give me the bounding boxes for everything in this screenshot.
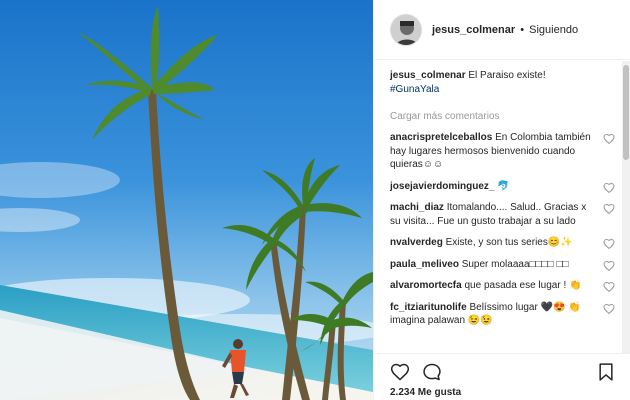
heart-outline-icon[interactable] [390,362,410,382]
avatar[interactable] [390,13,422,46]
post-header: jesus_colmenar • Siguiendo [374,0,630,60]
comment-text: 🐬 [497,180,510,192]
comment-username[interactable]: paula_meliveo [390,259,459,270]
comment-username[interactable]: nvalverdeg [390,237,443,248]
caption-hashtag[interactable]: #GunaYala [390,83,602,97]
post-photo[interactable] [0,0,373,400]
caption-text: El Paraiso existe! [468,70,546,81]
comment-item: alvaromortecfa que pasada ese lugar ! 👏 [390,279,615,293]
comment-item: machi_diaz Itomalando.... Salud.. Gracia… [390,201,615,228]
comment-item: paula_meliveo Super molaaaa□□□□ □□ [390,258,615,272]
small-heart-icon[interactable] [603,182,615,194]
small-heart-icon[interactable] [603,260,615,272]
post-caption: jesus_colmenar El Paraiso existe! #GunaY… [390,69,602,97]
header-text: jesus_colmenar • Siguiendo [432,24,578,36]
following-button[interactable]: Siguiendo [529,24,578,36]
comment-text: Existe, y son tus series😊✨ [445,237,573,248]
comment-item: josejavierdominguez_ 🐬 [390,180,615,194]
small-heart-icon[interactable] [603,203,615,215]
comment-item: nvalverdeg Existe, y son tus series😊✨ [390,236,615,250]
comment-text: Super molaaaa□□□□ □□ [461,258,569,270]
bookmark-icon[interactable] [596,362,616,382]
comment-item: anacrispretelceballos En Colombia tambié… [390,131,615,172]
header-separator: • [520,23,525,36]
small-heart-icon[interactable] [603,238,615,250]
comments-scrollbar[interactable] [622,61,630,353]
post-actions: 2.234 Me gusta [374,353,630,400]
comment-username[interactable]: anacrispretelceballos [390,132,492,143]
small-heart-icon[interactable] [603,303,615,315]
comment-username[interactable]: machi_diaz [390,202,444,213]
comment-text: que pasada ese lugar ! 👏 [464,280,582,291]
avatar-image [391,14,421,45]
header-username[interactable]: jesus_colmenar [432,24,515,36]
comment-bubble-icon[interactable] [422,362,442,382]
small-heart-icon[interactable] [603,133,615,145]
post-details-panel: jesus_colmenar • Siguiendo jesus_colmena… [373,0,630,400]
comments-list: jesus_colmenar El Paraiso existe! #GunaY… [374,61,623,353]
comment-username[interactable]: fc_itziaritunolife [390,302,467,313]
comment-username[interactable]: alvaromortecfa [390,280,462,291]
comment-username[interactable]: josejavierdominguez_ [390,181,494,192]
likes-count[interactable]: 2.234 Me gusta [390,387,461,398]
beach-palm-image [0,0,373,400]
small-heart-icon[interactable] [603,281,615,293]
comment-item: fc_itziaritunolife Belíssimo lugar 🖤😍 👏 … [390,301,615,328]
scrollbar-thumb[interactable] [623,65,629,160]
load-more-comments-link[interactable]: Cargar más comentarios [390,111,623,123]
caption-username[interactable]: jesus_colmenar [390,70,466,81]
